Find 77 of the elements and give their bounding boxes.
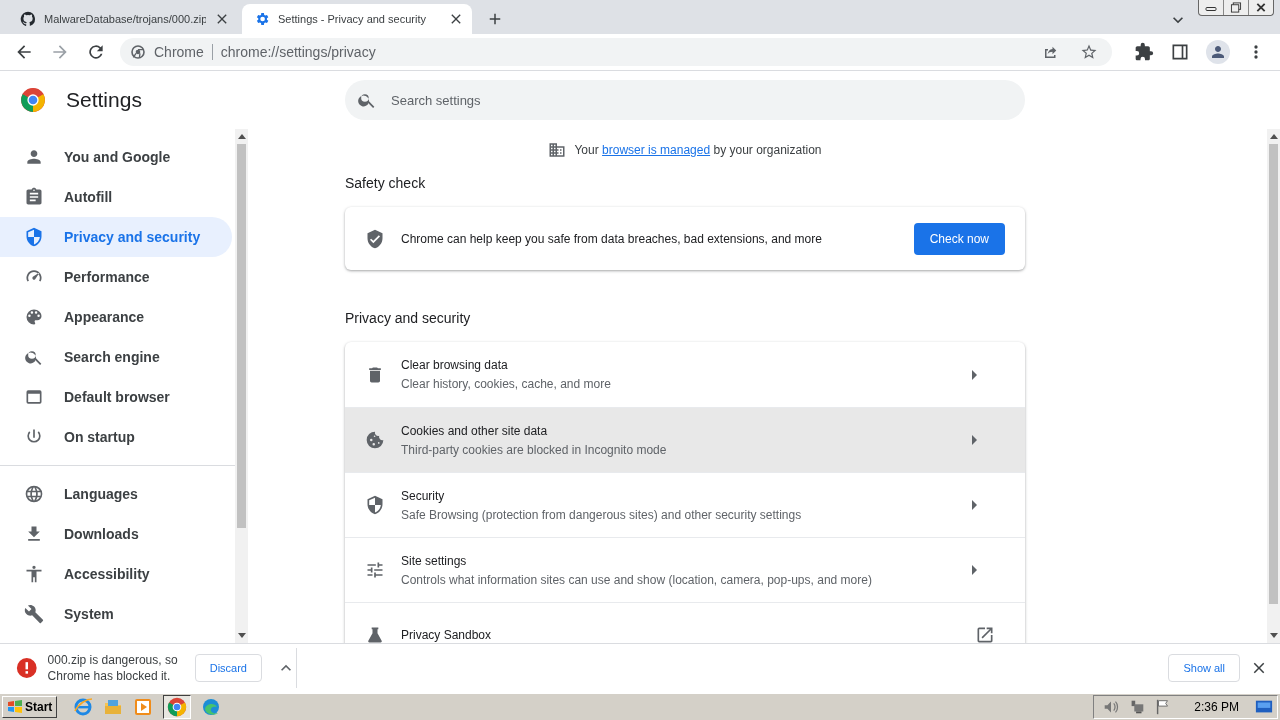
start-button[interactable]: Start	[2, 696, 58, 718]
sidebar-item[interactable]: Search engine	[0, 337, 232, 377]
sidebar-item[interactable]: Performance	[0, 257, 232, 297]
taskbar-button[interactable]	[163, 695, 192, 719]
sidebar-item[interactable]: Privacy and security	[0, 217, 232, 257]
cat-logo-icon	[20, 11, 36, 27]
browser-window-icon	[24, 387, 44, 407]
wrench-icon	[24, 604, 44, 624]
row-title: Security	[401, 488, 446, 503]
clock-text: 2:36 PM	[1194, 700, 1239, 714]
row-title: Cookies and other site data	[401, 423, 549, 438]
building-icon	[548, 141, 567, 159]
triangle-right-icon	[972, 565, 977, 575]
clipboard-icon	[24, 187, 44, 207]
row-title: Site settings	[401, 553, 468, 568]
shield-check-icon	[365, 228, 385, 249]
person-icon	[1209, 43, 1227, 61]
tab-title: MalwareDatabase/trojans/000.zip	[44, 13, 206, 25]
settings-row[interactable]: Cookies and other site data Third-party cookies are blocked in Incognito mode	[345, 407, 1025, 472]
section-heading: Privacy and security	[345, 310, 472, 326]
row-subtitle: Clear history, cookies, cache, and more	[401, 377, 612, 391]
download-warning: 000.zip is dangerous, so Chrome has blocked it.	[47, 652, 179, 684]
discard-button[interactable]: Discard	[194, 654, 262, 682]
scrollbar[interactable]	[235, 129, 248, 643]
site-label: Chrome	[154, 44, 204, 60]
triangle-right-icon	[972, 369, 977, 380]
row-title: Clear browsing data	[401, 358, 509, 372]
browser-tab[interactable]: Settings - Privacy and security	[242, 4, 472, 34]
warning-icon	[16, 657, 38, 679]
settings-row[interactable]: Security Safe Browsing (protection from dangerous sites) and other security settings	[345, 472, 1025, 537]
external-link-icon	[975, 625, 995, 643]
sidebar-item[interactable]: Accessibility	[0, 554, 232, 594]
palette-icon	[24, 307, 44, 327]
chrome-logo-icon	[130, 44, 146, 60]
browser-tab[interactable]: MalwareDatabase/trojans/000.zip	[8, 4, 238, 34]
shield-icon	[24, 227, 44, 247]
profile-button[interactable]	[1206, 40, 1230, 64]
section-heading: Safety check	[345, 175, 427, 191]
windows-logo-icon	[7, 699, 23, 715]
search-field[interactable]: Search settings	[345, 80, 1025, 120]
triangle-right-icon	[972, 500, 977, 510]
sidebar-item[interactable]: Autofill	[0, 177, 232, 217]
managed-notice: Your browser is managed by your organization	[574, 143, 822, 157]
accessibility-icon	[24, 564, 44, 584]
tab-title: Settings - Privacy and security	[278, 13, 427, 25]
shield-icon	[365, 495, 385, 515]
sliders-icon	[365, 560, 385, 580]
settings-row[interactable]: Clear browsing data Clear history, cookies, cache, and more	[345, 342, 1025, 407]
row-subtitle: Safe Browsing (protection from dangerous sites) and other security settings	[401, 507, 803, 522]
safety-check-text: Chrome can help keep you safe from data breaches, bad extensions, and more	[401, 231, 823, 246]
sidebar-item[interactable]: Languages	[0, 474, 232, 514]
chrome-logo-icon	[20, 87, 46, 113]
sidebar-item[interactable]: Downloads	[0, 514, 232, 554]
globe-icon	[24, 484, 44, 504]
show-all-button[interactable]: Show all	[1168, 654, 1240, 682]
check-now-button[interactable]: Check now	[913, 222, 1005, 255]
scrollbar[interactable]	[1267, 129, 1280, 643]
triangle-right-icon	[972, 435, 977, 445]
close-icon	[1254, 2, 1268, 13]
settings-row[interactable]: Privacy Sandbox	[345, 602, 1025, 643]
row-title: Privacy Sandbox	[401, 628, 493, 642]
url-text: chrome://settings/privacy	[220, 44, 376, 60]
sidebar-item[interactable]: Default browser	[0, 377, 232, 417]
row-subtitle: Controls what information sites can use and show (location, camera, pop-ups, and more)	[401, 572, 873, 587]
settings-icon	[254, 11, 270, 27]
sidebar-item[interactable]: You and Google	[0, 137, 232, 177]
page-title: Settings	[66, 88, 142, 112]
sidebar-item[interactable]: On startup	[0, 417, 232, 457]
cookie-icon	[365, 430, 385, 450]
flask-icon	[365, 625, 385, 643]
sidebar-item[interactable]: Appearance	[0, 297, 232, 337]
managed-link[interactable]: browser is managed	[602, 143, 711, 157]
sidebar-item[interactable]: System	[0, 594, 232, 634]
address-bar[interactable]: Chrome chrome://settings/privacy	[120, 38, 1112, 66]
row-subtitle: Third-party cookies are blocked in Incognito mode	[401, 442, 668, 457]
settings-row[interactable]: Site settings Controls what information sites can use and show (location, camera, pop-ups, and more)	[345, 537, 1025, 602]
chrome-logo-icon	[167, 697, 188, 717]
